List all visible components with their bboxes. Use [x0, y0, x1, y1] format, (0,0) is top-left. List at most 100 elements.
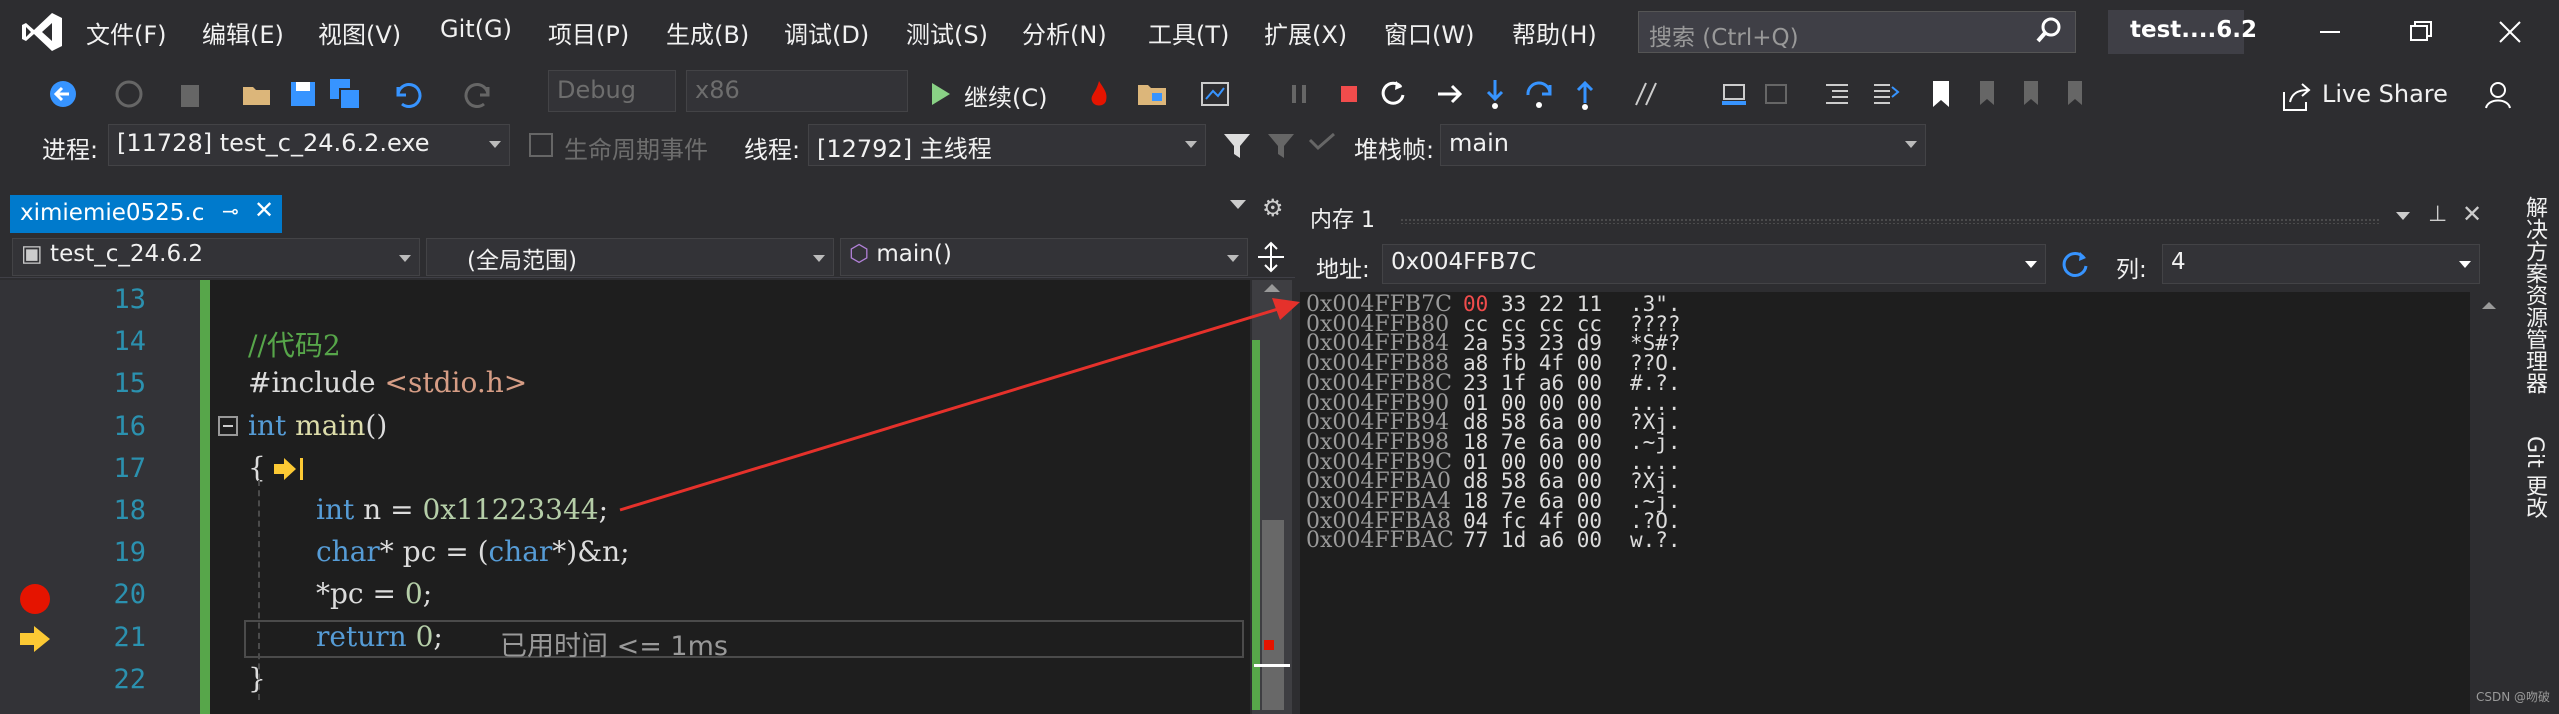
toggle-breakpoint-icon[interactable]	[1716, 75, 1754, 113]
open-folder-icon[interactable]	[238, 75, 276, 113]
navigate-back-icon[interactable]	[44, 75, 82, 113]
code-line[interactable]: {	[248, 451, 266, 484]
continue-play-icon[interactable]	[922, 75, 960, 113]
search-box[interactable]: 搜索 (Ctrl+Q)	[1638, 11, 2076, 53]
instruction-pointer-arrow-icon[interactable]	[18, 624, 52, 654]
hex-display-icon[interactable]	[1628, 75, 1666, 113]
refresh-icon[interactable]	[2058, 248, 2092, 282]
split-editor-icon[interactable]	[1254, 240, 1288, 274]
line-number: 17	[113, 453, 146, 484]
nav-project-label: test_c_24.6.2	[50, 241, 204, 267]
bookmark-icon[interactable]	[1922, 75, 1960, 113]
memory-vertical-scrollbar[interactable]	[2470, 292, 2510, 714]
code-line[interactable]: //代码2	[248, 324, 341, 364]
flag-threads-icon[interactable]	[1304, 126, 1342, 164]
visual-studio-logo-icon[interactable]	[20, 10, 64, 54]
watermark: CSDN @吻破	[2476, 690, 2551, 704]
code-line[interactable]: int n = 0x11223344;	[316, 493, 608, 526]
tab-title: ximiemie0525.c	[20, 200, 205, 226]
previous-bookmark-icon[interactable]	[1966, 75, 2004, 113]
step-out-icon[interactable]	[1566, 75, 1604, 113]
function-nav-dropdown[interactable]: ⬡ main()	[840, 238, 1248, 276]
show-next-statement-icon[interactable]	[1432, 75, 1470, 113]
indent-icon[interactable]	[1866, 75, 1904, 113]
save-icon[interactable]	[284, 75, 322, 113]
live-share-icon[interactable]	[2278, 78, 2316, 116]
pin-icon[interactable]: ⊸	[222, 199, 239, 223]
continue-button[interactable]: 继续(C)	[964, 78, 1047, 113]
menu-item-1[interactable]: 编辑(E)	[202, 15, 284, 50]
scroll-up-icon[interactable]	[2482, 302, 2496, 309]
close-window-icon[interactable]	[2490, 14, 2530, 50]
settings-gear-icon[interactable]: ⚙	[1262, 194, 1284, 222]
restart-icon[interactable]	[1374, 75, 1412, 113]
feedback-person-icon[interactable]	[2482, 76, 2520, 114]
filter-clear-icon[interactable]	[1262, 126, 1300, 164]
minimize-icon[interactable]	[2310, 14, 2350, 50]
scroll-thumb[interactable]	[1262, 520, 1284, 710]
filter-icon[interactable]	[1218, 126, 1256, 164]
menu-item-11[interactable]: 窗口(W)	[1384, 15, 1474, 50]
collapse-toggle-icon[interactable]	[218, 416, 238, 436]
git-changes-tab[interactable]: Git 更改	[2518, 436, 2550, 519]
menu-item-4[interactable]: 项目(P)	[548, 15, 629, 50]
scope-nav-dropdown[interactable]: (全局范围)	[426, 238, 834, 276]
chevron-down-icon	[2459, 261, 2471, 268]
solution-explorer-tab[interactable]: 解决方案资源管理器	[2518, 196, 2550, 394]
lifecycle-events-icon[interactable]	[522, 126, 560, 164]
navigate-forward-icon[interactable]	[110, 75, 148, 113]
tab-ximiemie0525[interactable]: ximiemie0525.c ⊸ ✕	[10, 195, 282, 233]
stack-frame-dropdown[interactable]: main	[1440, 124, 1926, 166]
save-all-icon[interactable]	[326, 75, 364, 113]
menu-item-7[interactable]: 测试(S)	[906, 15, 988, 50]
menu-item-6[interactable]: 调试(D)	[784, 15, 869, 50]
close-tab-icon[interactable]: ✕	[254, 196, 274, 224]
menu-item-10[interactable]: 扩展(X)	[1264, 15, 1347, 50]
lifecycle-events-button[interactable]: 生命周期事件	[564, 130, 708, 165]
columns-dropdown[interactable]: 4	[2162, 244, 2480, 284]
menu-item-5[interactable]: 生成(B)	[666, 15, 749, 50]
new-item-icon[interactable]	[172, 75, 210, 113]
undo-icon[interactable]	[388, 75, 426, 113]
restore-icon[interactable]	[2400, 14, 2440, 50]
comment-icon[interactable]	[1758, 75, 1796, 113]
break-all-icon[interactable]	[1280, 75, 1318, 113]
diagnostic-tools-icon[interactable]	[1196, 75, 1234, 113]
code-line[interactable]: }	[248, 662, 266, 695]
tab-list-chevron-icon[interactable]	[1230, 200, 1246, 209]
project-nav-dropdown[interactable]: ▣ test_c_24.6.2	[12, 238, 420, 276]
code-line[interactable]: #include <stdio.h>	[248, 366, 527, 399]
stop-debugging-icon[interactable]	[1330, 75, 1368, 113]
clear-bookmarks-icon[interactable]	[2054, 75, 2092, 113]
menu-item-8[interactable]: 分析(N)	[1022, 15, 1107, 50]
hot-reload-flame-icon[interactable]	[1080, 75, 1118, 113]
menu-item-9[interactable]: 工具(T)	[1148, 15, 1229, 50]
outdent-icon[interactable]	[1818, 75, 1856, 113]
step-over-icon[interactable]	[1520, 75, 1558, 113]
address-input[interactable]: 0x004FFB7C	[1382, 244, 2046, 284]
elapsed-time-hint: 已用时间 <= 1ms	[500, 631, 728, 662]
memory-bytes[interactable]: 77 1d a6 00	[1463, 528, 1602, 552]
menu-item-2[interactable]: 视图(V)	[318, 15, 401, 50]
step-into-icon[interactable]	[1476, 75, 1514, 113]
solution-platform-dropdown[interactable]: x86	[686, 70, 908, 112]
window-options-chevron-icon[interactable]	[2396, 212, 2410, 220]
redo-icon[interactable]	[460, 75, 498, 113]
run-to-click-icon[interactable]	[272, 454, 308, 484]
close-memory-window-icon[interactable]: ✕	[2462, 200, 2482, 228]
menu-item-0[interactable]: 文件(F)	[86, 15, 167, 50]
chevron-down-icon	[399, 255, 411, 262]
process-dropdown[interactable]: [11728] test_c_24.6.2.exe	[108, 124, 510, 166]
code-line[interactable]: int main()	[248, 409, 387, 442]
menu-item-3[interactable]: Git(G)	[440, 15, 512, 43]
pin-window-icon[interactable]: ⊥	[2428, 202, 2447, 227]
code-line[interactable]: *pc = 0;	[316, 577, 432, 610]
solution-configuration-dropdown[interactable]: Debug	[548, 70, 676, 112]
live-share-button[interactable]: Live Share	[2322, 80, 2448, 108]
menu-item-12[interactable]: 帮助(H)	[1512, 15, 1597, 50]
thread-dropdown[interactable]: [12792] 主线程	[808, 124, 1206, 166]
breakpoint-icon[interactable]	[20, 584, 50, 614]
code-line[interactable]: char* pc = (char*)&n;	[316, 535, 630, 568]
next-bookmark-icon[interactable]	[2010, 75, 2048, 113]
project-folder-icon[interactable]	[1134, 75, 1172, 113]
